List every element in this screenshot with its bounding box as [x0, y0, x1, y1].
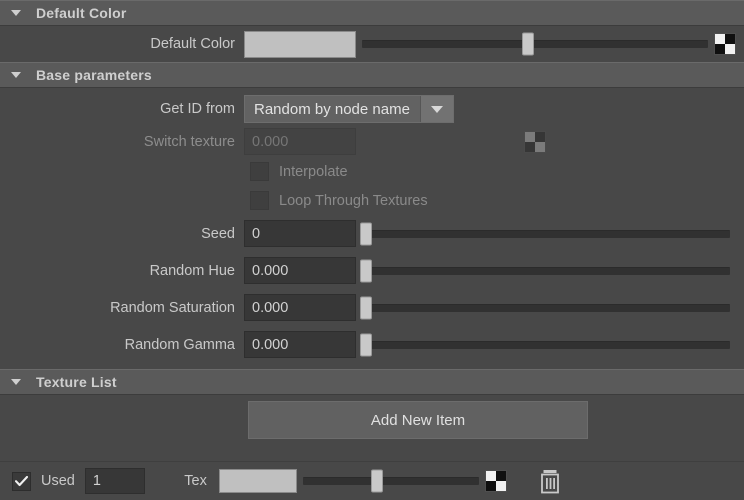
used-checkbox[interactable] [12, 471, 31, 491]
label-get-id-from: Get ID from [160, 101, 235, 117]
texture-list-item-row: Used 1 Tex [0, 461, 744, 500]
label-tex: Tex [184, 473, 207, 489]
slider-track [362, 266, 730, 275]
label-used: Used [41, 473, 75, 489]
random-saturation-slider[interactable] [359, 294, 730, 321]
chevron-down-icon[interactable] [8, 5, 24, 21]
row-get-id-from: Get ID from Random by node name [0, 92, 744, 126]
label-random-saturation: Random Saturation [110, 299, 235, 316]
trash-icon[interactable] [537, 467, 563, 495]
section-title-default-color: Default Color [36, 5, 127, 21]
random-gamma-slider[interactable] [359, 331, 730, 358]
switch-texture-input[interactable]: 0.000 [244, 128, 356, 155]
row-default-color: Default Color [0, 26, 744, 62]
default-color-swatch[interactable] [244, 30, 356, 58]
slider-handle[interactable] [359, 333, 372, 356]
section-header-texture-list[interactable]: Texture List [0, 369, 744, 395]
section-title-base-parameters: Base parameters [36, 67, 152, 83]
label-default-color: Default Color [150, 36, 235, 52]
row-add-new-item: Add New Item [0, 395, 744, 445]
interpolate-checkbox[interactable] [250, 162, 269, 181]
checker-icon[interactable] [714, 33, 736, 55]
slider-handle[interactable] [359, 296, 372, 319]
chevron-down-icon[interactable] [8, 67, 24, 83]
get-id-from-dropdown[interactable]: Random by node name [244, 95, 454, 123]
tex-slider[interactable] [302, 468, 479, 495]
material-parameters-panel: Default Color Default Color Base paramet… [0, 0, 744, 500]
label-random-gamma: Random Gamma [124, 336, 235, 353]
slider-handle[interactable] [370, 469, 383, 493]
chevron-down-icon[interactable] [8, 374, 24, 390]
section-header-base-parameters[interactable]: Base parameters [0, 62, 744, 88]
label-random-hue: Random Hue [149, 262, 235, 279]
tex-color-swatch[interactable] [218, 469, 297, 493]
section-header-default-color[interactable]: Default Color [0, 0, 744, 26]
section-title-texture-list: Texture List [36, 374, 117, 390]
row-loop-through-textures: Loop Through Textures [0, 186, 744, 215]
label-switch-texture: Switch texture [143, 133, 235, 150]
checker-icon[interactable] [484, 470, 507, 492]
slider-track [302, 477, 479, 485]
slider-track [362, 229, 730, 238]
slider-handle[interactable] [359, 259, 372, 282]
get-id-from-value: Random by node name [254, 100, 410, 118]
texture-index-input[interactable]: 1 [84, 468, 145, 494]
row-interpolate: Interpolate [0, 157, 744, 186]
random-hue-slider[interactable] [359, 257, 730, 284]
random-saturation-input[interactable]: 0.000 [244, 294, 356, 321]
row-random-hue: Random Hue 0.000 [0, 252, 744, 289]
slider-handle[interactable] [359, 222, 372, 245]
random-gamma-input[interactable]: 0.000 [244, 331, 356, 358]
seed-slider[interactable] [359, 220, 730, 247]
check-icon [15, 475, 28, 486]
add-new-item-button[interactable]: Add New Item [248, 401, 588, 439]
seed-input[interactable]: 0 [244, 220, 356, 247]
slider-track [362, 40, 708, 48]
default-color-slider[interactable] [362, 31, 708, 58]
row-switch-texture: Switch texture 0.000 [0, 126, 744, 157]
row-seed: Seed 0 [0, 215, 744, 252]
trash-icon-glyph [540, 469, 559, 493]
row-random-gamma: Random Gamma 0.000 [0, 326, 744, 363]
label-loop-through-textures: Loop Through Textures [279, 192, 428, 209]
slider-track [362, 303, 730, 312]
slider-track [362, 340, 730, 349]
loop-through-textures-checkbox[interactable] [250, 191, 269, 210]
row-random-saturation: Random Saturation 0.000 [0, 289, 744, 326]
slider-handle[interactable] [522, 32, 535, 56]
label-seed: Seed [201, 225, 235, 242]
random-hue-input[interactable]: 0.000 [244, 257, 356, 284]
checker-icon[interactable] [524, 130, 546, 153]
label-interpolate: Interpolate [279, 163, 348, 180]
filler [0, 445, 744, 461]
chevron-down-icon[interactable] [419, 96, 453, 122]
